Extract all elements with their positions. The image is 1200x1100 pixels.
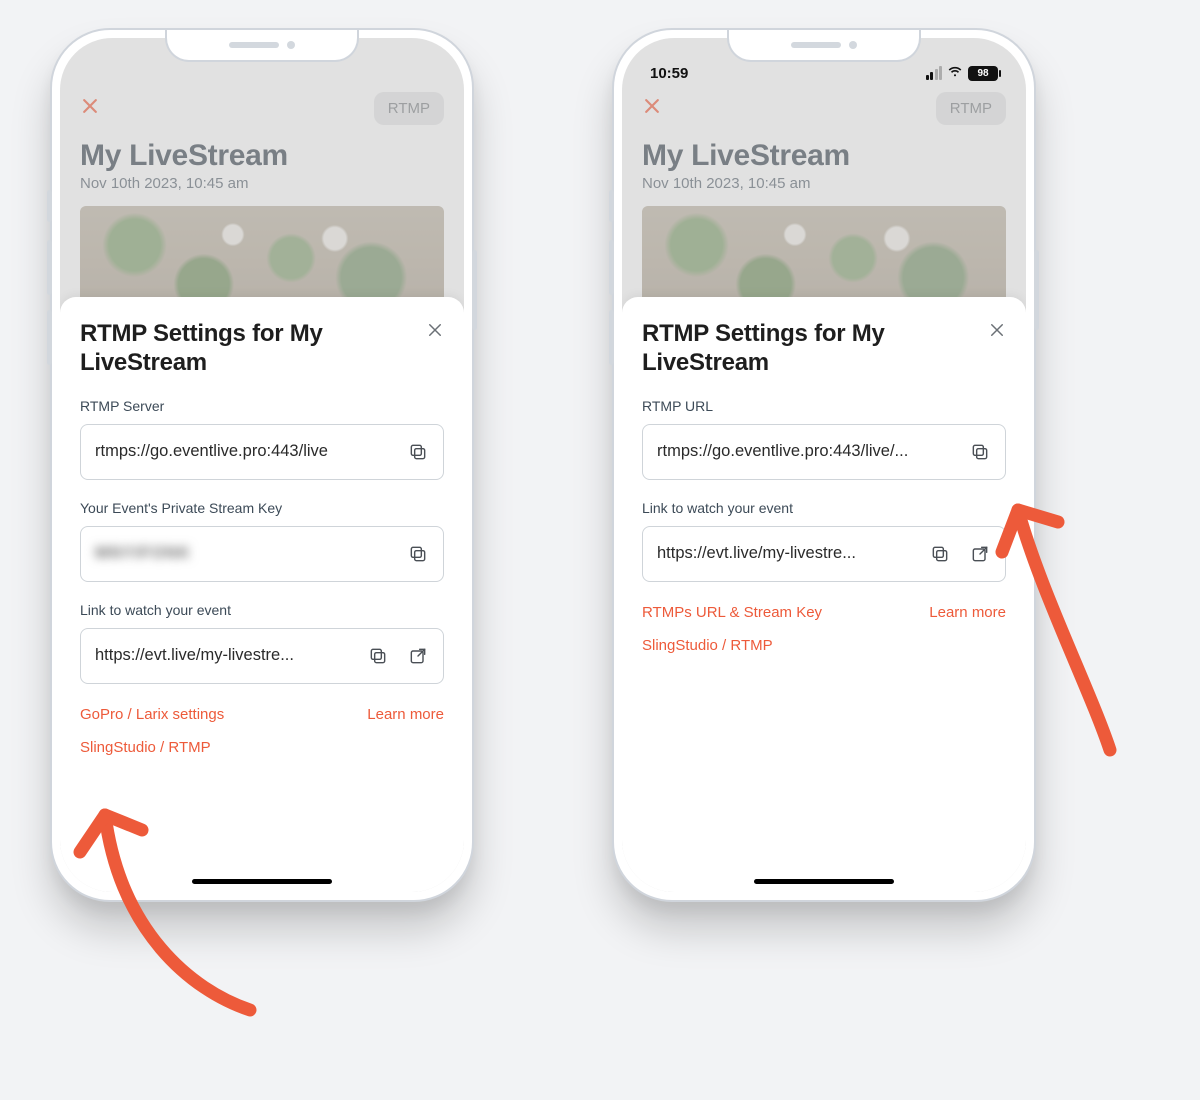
rtmp-settings-sheet: RTMP Settings for My LiveStream RTMP URL… xyxy=(622,297,1026,892)
volume-button xyxy=(47,190,52,222)
rtmp-url-value: rtmps://go.eventlive.pro:443/live/... xyxy=(657,442,957,461)
watch-link-value: https://evt.live/my-livestre... xyxy=(95,646,355,665)
rtmp-url-label: RTMP URL xyxy=(642,398,1006,414)
rtmp-server-value: rtmps://go.eventlive.pro:443/live xyxy=(95,442,395,461)
watch-link-value: https://evt.live/my-livestre... xyxy=(657,544,917,563)
copy-icon[interactable] xyxy=(923,537,957,571)
home-indicator[interactable] xyxy=(754,879,894,884)
copy-icon[interactable] xyxy=(361,639,395,673)
volume-button xyxy=(609,310,614,365)
volume-button xyxy=(609,190,614,222)
home-indicator[interactable] xyxy=(192,879,332,884)
cellular-icon xyxy=(926,66,943,80)
phone-screen: 10:59 98 RTMP My LiveStream Nov 10th 202… xyxy=(622,38,1026,892)
phone-screen: RTMP My LiveStream Nov 10th 2023, 10:45 … xyxy=(60,38,464,892)
rtmp-url-field[interactable]: rtmps://go.eventlive.pro:443/live/... xyxy=(642,424,1006,480)
volume-button xyxy=(47,310,52,365)
battery-icon: 98 xyxy=(968,66,998,81)
sheet-title: RTMP Settings for My LiveStream xyxy=(80,319,380,378)
external-link-icon[interactable] xyxy=(401,639,435,673)
watch-link-label: Link to watch your event xyxy=(642,500,1006,516)
stream-key-field[interactable]: MNYIFONK xyxy=(80,526,444,582)
phone-mockup-right: 10:59 98 RTMP My LiveStream Nov 10th 202… xyxy=(612,28,1036,902)
wifi-icon xyxy=(947,63,963,83)
gopro-larix-link[interactable]: GoPro / Larix settings xyxy=(80,706,224,723)
watch-link-field[interactable]: https://evt.live/my-livestre... xyxy=(80,628,444,684)
rtmps-url-link[interactable]: RTMPs URL & Stream Key xyxy=(642,604,822,621)
copy-icon[interactable] xyxy=(401,435,435,469)
stream-key-label: Your Event's Private Stream Key xyxy=(80,500,444,516)
phone-notch xyxy=(165,30,359,62)
power-button xyxy=(1034,250,1039,330)
learn-more-link[interactable]: Learn more xyxy=(367,706,444,723)
phone-mockup-left: RTMP My LiveStream Nov 10th 2023, 10:45 … xyxy=(50,28,474,902)
rtmp-server-label: RTMP Server xyxy=(80,398,444,414)
power-button xyxy=(472,250,477,330)
external-link-icon[interactable] xyxy=(963,537,997,571)
volume-button xyxy=(47,240,52,295)
stream-key-value: MNYIFONK xyxy=(95,544,395,563)
status-bar: 10:59 98 xyxy=(622,38,1026,96)
sheet-title: RTMP Settings for My LiveStream xyxy=(642,319,942,378)
volume-button xyxy=(609,240,614,295)
rtmp-server-field[interactable]: rtmps://go.eventlive.pro:443/live xyxy=(80,424,444,480)
front-camera xyxy=(287,41,295,49)
close-sheet-button[interactable] xyxy=(426,321,444,344)
watch-link-label: Link to watch your event xyxy=(80,602,444,618)
learn-more-link[interactable]: Learn more xyxy=(929,604,1006,621)
copy-icon[interactable] xyxy=(963,435,997,469)
slingstudio-link[interactable]: SlingStudio / RTMP xyxy=(80,739,444,756)
rtmp-settings-sheet: RTMP Settings for My LiveStream RTMP Ser… xyxy=(60,297,464,892)
close-sheet-button[interactable] xyxy=(988,321,1006,344)
status-time: 10:59 xyxy=(650,65,688,82)
speaker-slot xyxy=(229,42,279,48)
copy-icon[interactable] xyxy=(401,537,435,571)
slingstudio-link[interactable]: SlingStudio / RTMP xyxy=(642,637,1006,654)
watch-link-field[interactable]: https://evt.live/my-livestre... xyxy=(642,526,1006,582)
